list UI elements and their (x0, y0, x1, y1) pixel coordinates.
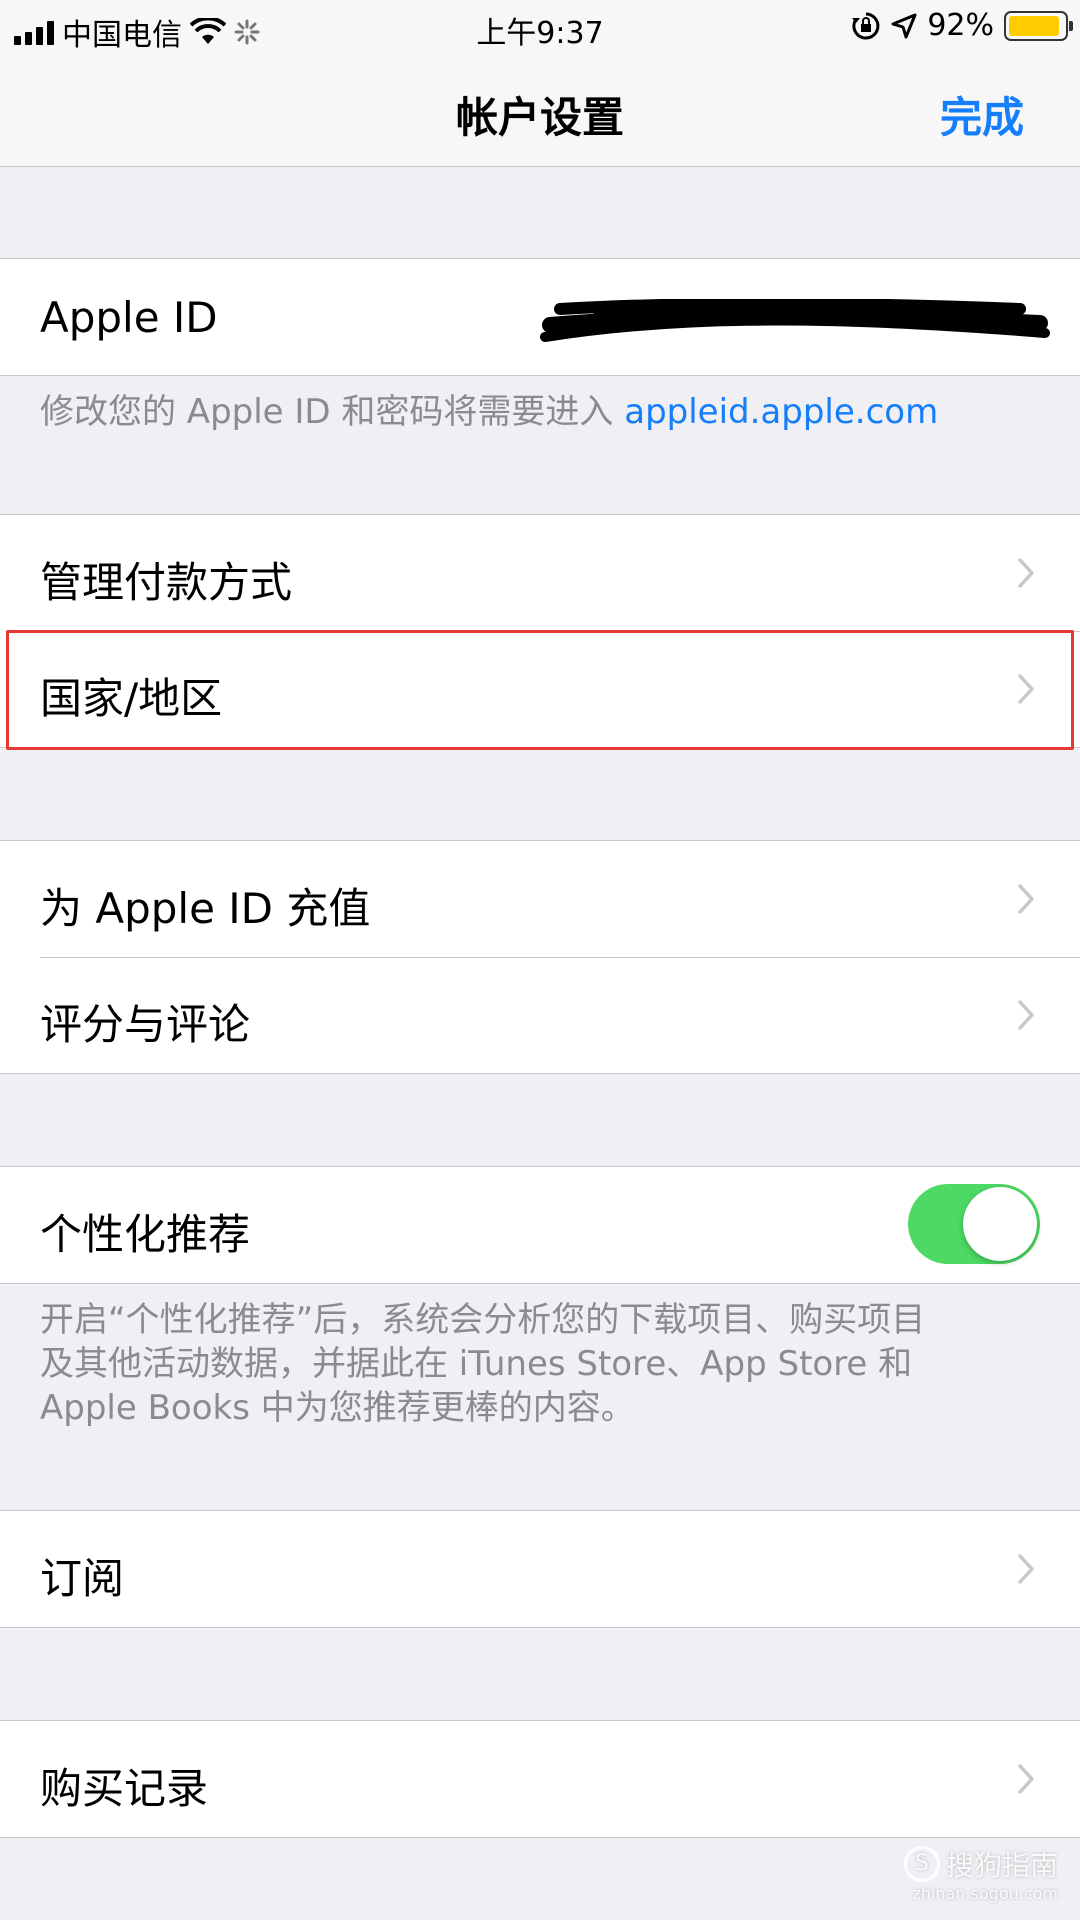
apple-id-footer: 修改您的 Apple ID 和密码将需要进入 appleid.apple.com (40, 390, 1040, 434)
purchase-history-row[interactable]: 购买记录 (0, 1721, 1080, 1837)
status-bar: 中国电信 上午9:37 92% (0, 0, 1080, 54)
apple-id-footer-text: 修改您的 Apple ID 和密码将需要进入 (40, 392, 625, 432)
personalization-group: 个性化推荐 (0, 1166, 1080, 1284)
battery-percent: 92% (927, 8, 994, 43)
personalization-footer: 开启“个性化推荐”后，系统会分析您的下载项目、购买项目 及其他活动数据，并据此在… (40, 1298, 1040, 1430)
watermark: S 搜狗指南 zhinan.sogou.com (903, 1844, 1058, 1903)
add-funds-row[interactable]: 为 Apple ID 充值 (0, 841, 1080, 957)
battery-icon (1004, 10, 1073, 41)
watermark-logo-icon: S (903, 1846, 940, 1882)
subscriptions-row[interactable]: 订阅 (0, 1511, 1080, 1627)
page-title: 帐户设置 (455, 93, 624, 142)
highlight-box (6, 630, 1074, 750)
chevron-right-icon (1018, 1554, 1034, 1584)
apple-id-label: Apple ID (40, 293, 218, 342)
ratings-reviews-row[interactable]: 评分与评论 (0, 957, 1080, 1073)
watermark-text: 搜狗指南 (945, 1849, 1058, 1882)
personalization-footer-line: 及其他活动数据，并据此在 iTunes Store、App Store 和 (40, 1344, 913, 1384)
subscriptions-group: 订阅 (0, 1510, 1080, 1628)
personalized-recommendations-row: 个性化推荐 (0, 1167, 1080, 1283)
status-right: 92% (851, 8, 1073, 43)
manage-payment-label: 管理付款方式 (40, 558, 293, 607)
ratings-reviews-label: 评分与评论 (40, 1000, 251, 1049)
redacted-account-scribble (540, 299, 1050, 342)
chevron-right-icon (1018, 884, 1034, 914)
done-button[interactable]: 完成 (940, 84, 1024, 145)
add-funds-label: 为 Apple ID 充值 (40, 884, 371, 933)
navigation-bar: 帐户设置 完成 (0, 54, 1080, 167)
apple-id-group: Apple ID (0, 258, 1080, 376)
purchase-history-label: 购买记录 (40, 1764, 209, 1813)
chevron-right-icon (1018, 558, 1034, 588)
toggle-knob (963, 1187, 1037, 1261)
orientation-lock-icon (852, 12, 880, 39)
personalization-footer-line: 开启“个性化推荐”后，系统会分析您的下载项目、购买项目 (40, 1300, 926, 1340)
appleid-link[interactable]: appleid.apple.com (624, 392, 938, 432)
chevron-right-icon (1018, 1000, 1034, 1030)
purchase-history-group: 购买记录 (0, 1720, 1080, 1838)
personalized-recommendations-toggle[interactable] (908, 1184, 1040, 1264)
subscriptions-label: 订阅 (40, 1554, 125, 1603)
personalization-footer-line: Apple Books 中为您推荐更棒的内容。 (40, 1388, 635, 1428)
location-arrow-icon (891, 13, 917, 38)
manage-payment-row[interactable]: 管理付款方式 (0, 515, 1080, 631)
watermark-url: zhinan.sogou.com (912, 1884, 1058, 1903)
apple-id-row[interactable]: Apple ID (0, 259, 1080, 375)
chevron-right-icon (1018, 1764, 1034, 1794)
personalized-recommendations-label: 个性化推荐 (40, 1210, 251, 1259)
store-group: 为 Apple ID 充值 评分与评论 (0, 840, 1080, 1074)
